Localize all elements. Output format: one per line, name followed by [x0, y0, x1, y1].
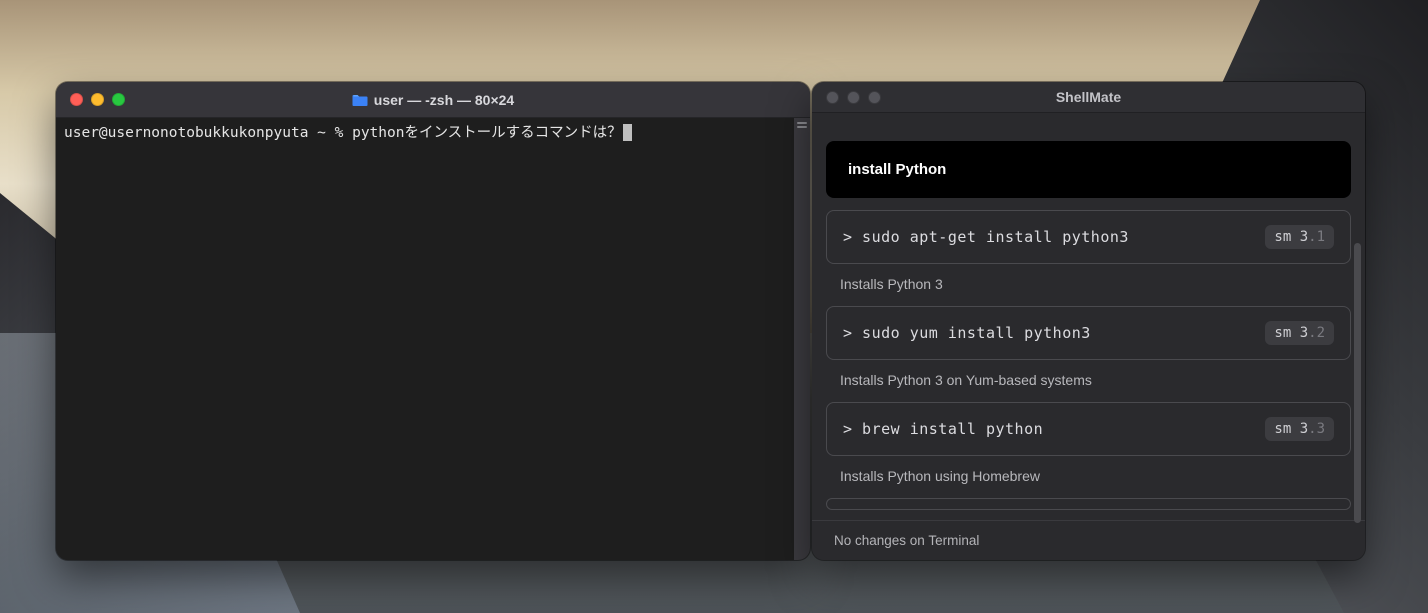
minimize-button[interactable] [91, 93, 104, 106]
shellmate-scrollbar[interactable] [1354, 243, 1361, 523]
shellmate-title-text: ShellMate [1056, 89, 1121, 105]
terminal-prompt: user@usernonotobukkukonpyuta ~ % [64, 125, 352, 141]
suggestions-list: > sudo apt-get install python3 sm 3.1 In… [826, 210, 1351, 510]
close-button[interactable] [826, 91, 839, 104]
shellmate-titlebar[interactable]: ShellMate [812, 82, 1365, 113]
suggestion-command: > brew install python [843, 420, 1043, 438]
suggestion-description: Installs Python using Homebrew [826, 464, 1351, 498]
folder-icon [352, 93, 368, 107]
zoom-button[interactable] [112, 93, 125, 106]
shellmate-status-text: No changes on Terminal [834, 533, 979, 548]
suggestion-card[interactable]: > sudo apt-get install python3 sm 3.1 [826, 210, 1351, 264]
close-button[interactable] [70, 93, 83, 106]
shellmate-status-bar: No changes on Terminal [812, 520, 1365, 560]
suggestion-description: Installs Python 3 on Yum-based systems [826, 368, 1351, 402]
suggestion-command: > sudo apt-get install python3 [843, 228, 1129, 246]
suggestion-badge: sm 3.3 [1265, 417, 1334, 441]
terminal-cursor [623, 124, 632, 141]
zoom-button[interactable] [868, 91, 881, 104]
terminal-titlebar[interactable]: user — -zsh — 80×24 [56, 82, 810, 118]
suggestion-card[interactable]: > sudo yum install python3 sm 3.2 [826, 306, 1351, 360]
query-text: install Python [848, 161, 1329, 178]
shellmate-main: install Python > sudo apt-get install py… [812, 113, 1365, 520]
terminal-content[interactable]: user@usernonotobukkukonpyuta ~ % pythonを… [56, 118, 794, 560]
terminal-window: user — -zsh — 80×24 user@usernonotobukku… [56, 82, 810, 560]
query-box: install Python [826, 141, 1351, 198]
suggestion-badge: sm 3.1 [1265, 225, 1334, 249]
suggestion-description: Installs Python 3 [826, 272, 1351, 306]
shellmate-traffic-lights [812, 91, 881, 104]
suggestion-card[interactable]: > brew install python sm 3.3 [826, 402, 1351, 456]
terminal-scrollbar[interactable] [794, 118, 810, 560]
terminal-body: user@usernonotobukkukonpyuta ~ % pythonを… [56, 118, 810, 560]
terminal-command-text: pythonをインストールするコマンドは？ [352, 125, 622, 141]
shellmate-title: ShellMate [812, 89, 1365, 105]
terminal-title-text: user — -zsh — 80×24 [374, 92, 514, 108]
shellmate-window: ShellMate install Python > sudo apt-get … [812, 82, 1365, 560]
suggestion-card-partial[interactable] [826, 498, 1351, 510]
terminal-title: user — -zsh — 80×24 [56, 92, 810, 108]
scroll-indicator-icon [797, 122, 807, 130]
suggestion-badge: sm 3.2 [1265, 321, 1334, 345]
minimize-button[interactable] [847, 91, 860, 104]
shellmate-body: install Python > sudo apt-get install py… [812, 113, 1365, 560]
terminal-traffic-lights [56, 93, 125, 106]
suggestion-command: > sudo yum install python3 [843, 324, 1091, 342]
